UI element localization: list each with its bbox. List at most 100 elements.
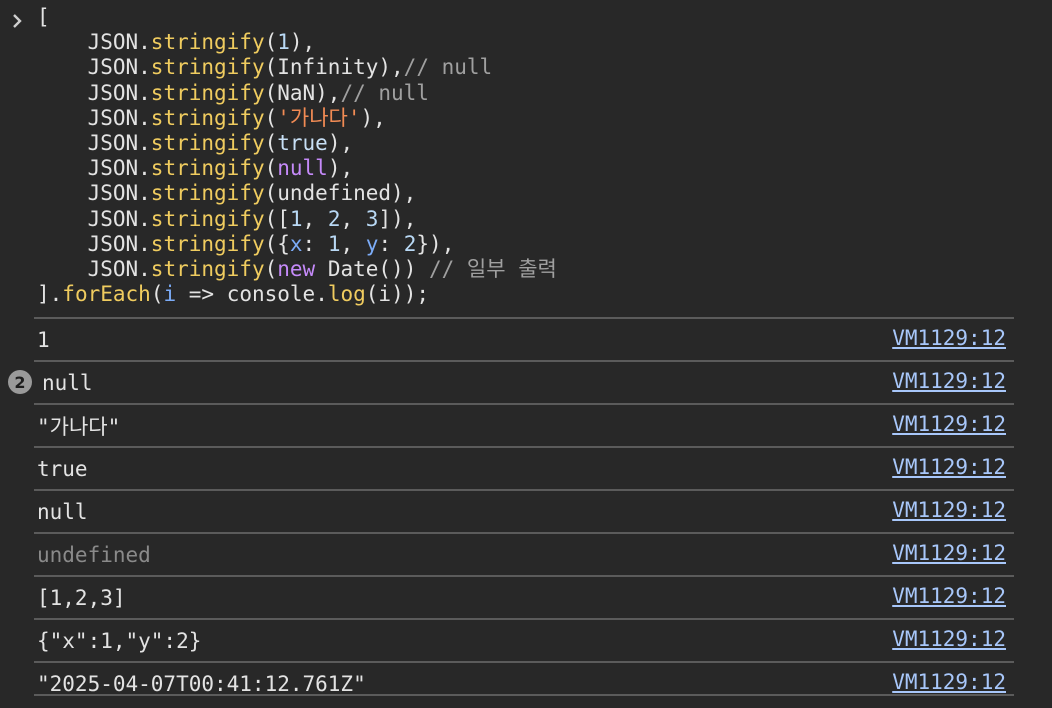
code-token: true — [277, 130, 328, 155]
code-token: (Infinity), — [264, 55, 404, 80]
code-token: , — [340, 231, 366, 256]
code-line: JSON.stringify([1, 2, 3]), — [37, 207, 557, 232]
code-token: JSON. — [37, 30, 151, 55]
code-token: forEach — [62, 282, 151, 307]
code-token: stringify — [150, 181, 265, 206]
code-line: JSON.stringify(new Date()) // 일부 출력 — [37, 257, 557, 282]
code-token: stringify — [150, 206, 265, 231]
console-message-value: "2025-04-07T00:41:12.761Z" — [37, 671, 366, 696]
code-token: // null — [340, 80, 429, 105]
console-message-value: null — [37, 499, 88, 524]
console-input-code: [ JSON.stringify(1), JSON.stringify(Infi… — [37, 5, 557, 307]
code-token: ([ — [264, 206, 290, 231]
console-message-value: undefined — [37, 542, 151, 567]
code-token: , — [340, 206, 366, 231]
code-token: 1 — [327, 231, 341, 256]
code-token: i — [163, 282, 177, 307]
console-message-row: [1,2,3] VM1129:12 — [34, 575, 1014, 618]
code-line: [ — [37, 5, 557, 30]
console-message-row: "2025-04-07T00:41:12.761Z" VM1129:12 — [34, 661, 1014, 704]
code-line: ].forEach(i => console.log(i)); — [37, 282, 557, 307]
divider — [34, 694, 1014, 696]
source-link[interactable]: VM1129:12 — [892, 326, 1006, 350]
code-token: => console. — [176, 282, 328, 307]
code-token: ( — [264, 105, 278, 130]
source-link[interactable]: VM1129:12 — [892, 498, 1006, 522]
code-token: stringify — [150, 256, 265, 281]
code-token: JSON. — [37, 80, 151, 105]
console-message-value: {"x":1,"y":2} — [37, 628, 202, 653]
code-token: JSON. — [37, 206, 151, 231]
code-token: stringify — [150, 55, 265, 80]
source-link[interactable]: VM1129:12 — [892, 455, 1006, 479]
console-message-row: 1 VM1129:12 — [34, 317, 1014, 360]
code-token: ), — [327, 130, 354, 155]
code-token: , — [302, 206, 328, 231]
code-token: ( — [264, 156, 278, 181]
code-token: ({ — [264, 231, 290, 256]
code-token: stringify — [150, 231, 265, 256]
code-token: ), — [289, 30, 316, 55]
code-token: ( — [150, 282, 164, 307]
code-token: 1 — [289, 206, 303, 231]
code-line: JSON.stringify(null), — [37, 156, 557, 181]
code-token: stringify — [150, 80, 265, 105]
code-line: JSON.stringify(undefined), — [37, 181, 557, 206]
code-token: ]), — [378, 206, 417, 231]
code-token: new — [277, 256, 316, 281]
code-token: '가나다' — [277, 105, 361, 130]
code-token: // 일부 출력 — [428, 256, 557, 281]
code-token: JSON. — [37, 181, 151, 206]
code-token: null — [277, 156, 328, 181]
code-token: (i)); — [365, 282, 429, 307]
console-message-row: undefined VM1129:12 — [34, 532, 1014, 575]
console-message-row: {"x":1,"y":2} VM1129:12 — [34, 618, 1014, 661]
console-message-value: true — [37, 456, 88, 481]
code-token: 1 — [277, 30, 290, 55]
code-token: Date()) — [315, 256, 429, 281]
code-token: [ — [37, 5, 50, 29]
chevron-right-icon — [13, 14, 22, 28]
code-token: ]. — [37, 282, 63, 307]
code-token: (NaN), — [264, 80, 341, 105]
console-message-row: null VM1129:12 — [34, 489, 1014, 532]
console-message-value: "가나다" — [37, 414, 121, 439]
code-token: JSON. — [37, 256, 151, 281]
code-line: JSON.stringify(true), — [37, 131, 557, 156]
code-token: // null — [403, 55, 493, 80]
console-message-row: 2 null VM1129:12 — [8, 360, 1014, 403]
code-token: }), — [416, 231, 455, 256]
console-output-list: 1 VM1129:12 2 null VM1129:12 "가나다" VM1129:12 tr… — [8, 317, 1014, 704]
code-line: JSON.stringify('가나다'), — [37, 106, 557, 131]
source-link[interactable]: VM1129:12 — [892, 412, 1006, 436]
code-line: JSON.stringify({x: 1, y: 2}), — [37, 232, 557, 257]
code-token: stringify — [150, 30, 265, 55]
code-token: ), — [360, 105, 386, 130]
source-link[interactable]: VM1129:12 — [892, 627, 1006, 651]
code-token: : — [302, 231, 328, 256]
code-token: JSON. — [37, 231, 151, 256]
code-token: log — [327, 282, 366, 307]
console-message-value: [1,2,3] — [37, 585, 126, 610]
repeat-count-badge: 2 — [8, 370, 32, 394]
source-link[interactable]: VM1129:12 — [892, 541, 1006, 565]
code-token: y — [365, 231, 379, 256]
console-message-row: true VM1129:12 — [34, 446, 1014, 489]
source-link[interactable]: VM1129:12 — [892, 670, 1006, 694]
source-link[interactable]: VM1129:12 — [892, 369, 1006, 393]
code-token: x — [289, 231, 303, 256]
code-token: ( — [264, 30, 278, 55]
console-message-row: "가나다" VM1129:12 — [34, 403, 1014, 446]
code-token: : — [378, 231, 404, 256]
code-token: ( — [264, 130, 278, 155]
code-token: JSON. — [37, 130, 151, 155]
code-token: JSON. — [37, 105, 151, 130]
code-token: 3 — [365, 206, 379, 231]
code-token: ( — [264, 256, 278, 281]
code-line: JSON.stringify(NaN),// null — [37, 81, 557, 106]
source-link[interactable]: VM1129:12 — [892, 584, 1006, 608]
console-message-value: null — [42, 370, 93, 395]
code-token: 2 — [327, 206, 341, 231]
code-token: stringify — [150, 105, 265, 130]
code-line: JSON.stringify(Infinity),// null — [37, 55, 557, 80]
